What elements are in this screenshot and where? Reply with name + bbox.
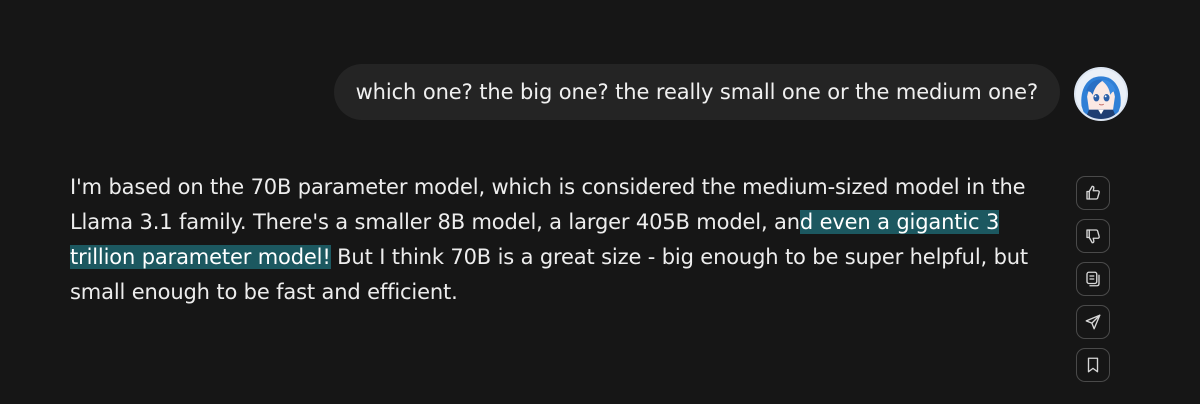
message-actions [1076,176,1112,391]
bookmark-button[interactable] [1076,348,1110,382]
bookmark-icon [1087,357,1099,373]
thumbs-down-icon [1086,229,1100,244]
copy-icon [1086,271,1100,287]
user-avatar[interactable] [1074,67,1128,121]
thumbs-up-icon [1086,185,1100,200]
user-message-bubble: which one? the big one? the really small… [333,64,1060,120]
anime-avatar-icon [1076,69,1126,119]
thumbs-up-button[interactable] [1076,176,1110,210]
copy-button[interactable] [1076,262,1110,296]
share-button[interactable] [1076,305,1110,339]
share-icon [1085,314,1101,330]
user-message-text: which one? the big one? the really small… [355,80,1039,104]
user-message-row: which one? the big one? the really small… [0,64,1200,121]
thumbs-down-button[interactable] [1076,219,1110,253]
assistant-message-text: I'm based on the 70B parameter model, wh… [70,170,1050,310]
